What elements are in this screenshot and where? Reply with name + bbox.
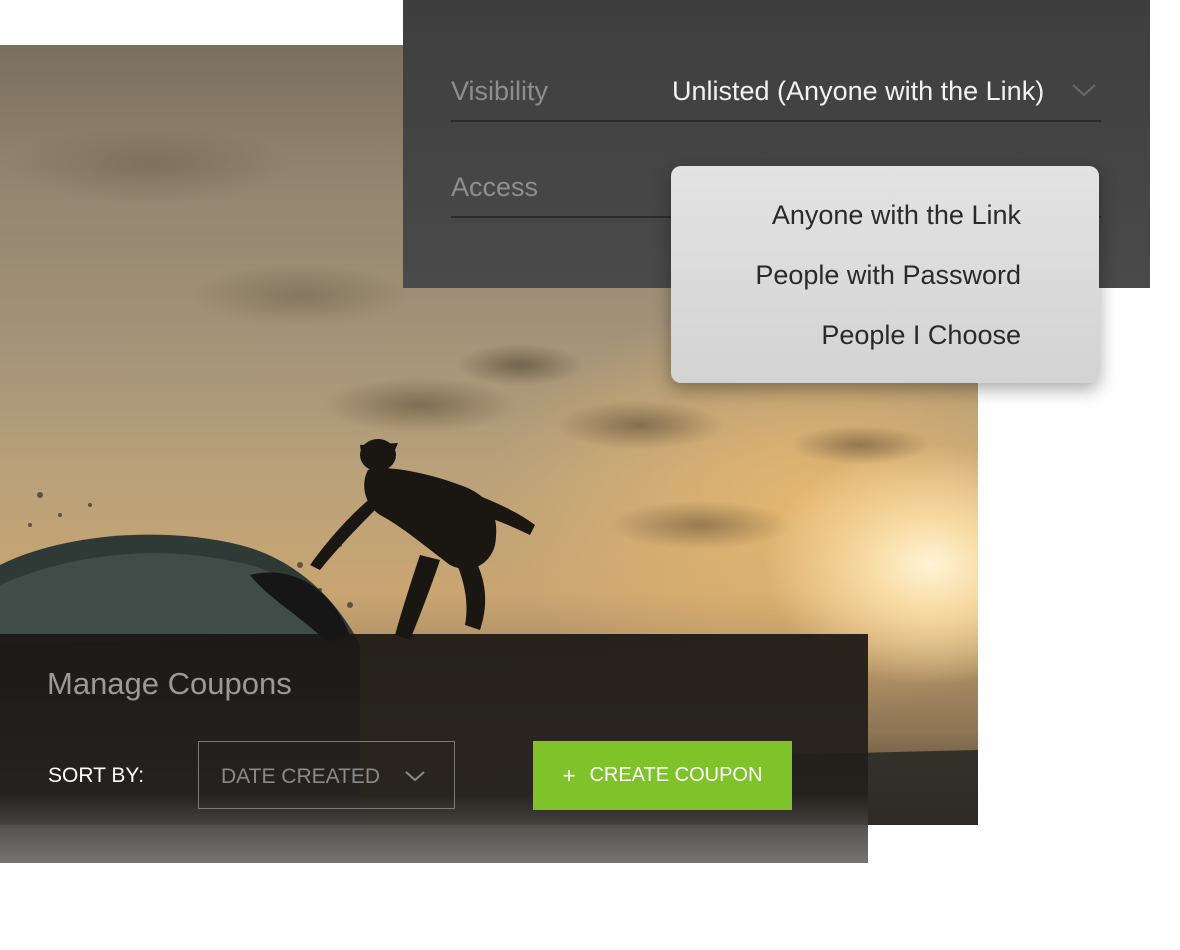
sort-by-value: DATE CREATED	[221, 765, 381, 788]
visibility-select[interactable]: Visibility Unlisted (Anyone with the Lin…	[451, 70, 1101, 122]
menu-item-people-i-choose[interactable]: People I Choose	[821, 320, 1021, 351]
chevron-down-icon	[405, 771, 425, 782]
access-label: Access	[451, 172, 539, 202]
chevron-down-icon[interactable]	[1071, 82, 1097, 98]
create-coupon-button[interactable]: + CREATE COUPON	[533, 741, 792, 810]
visibility-value[interactable]: Unlisted (Anyone with the Link)	[672, 76, 1044, 107]
plus-icon: +	[562, 762, 576, 788]
manage-coupons-panel: Manage Coupons SORT BY: DATE CREATED + C…	[0, 634, 868, 863]
sort-by-select[interactable]: DATE CREATED	[198, 741, 455, 809]
access-dropdown-menu: Anyone with the Link People with Passwor…	[671, 166, 1099, 383]
menu-item-people-with-password[interactable]: People with Password	[755, 260, 1021, 291]
page-title: Manage Coupons	[47, 666, 292, 701]
visibility-label: Visibility	[451, 76, 549, 106]
create-coupon-label: CREATE COUPON	[589, 764, 763, 786]
sort-by-label: SORT BY:	[48, 764, 145, 787]
menu-item-anyone-with-link[interactable]: Anyone with the Link	[772, 200, 1021, 231]
